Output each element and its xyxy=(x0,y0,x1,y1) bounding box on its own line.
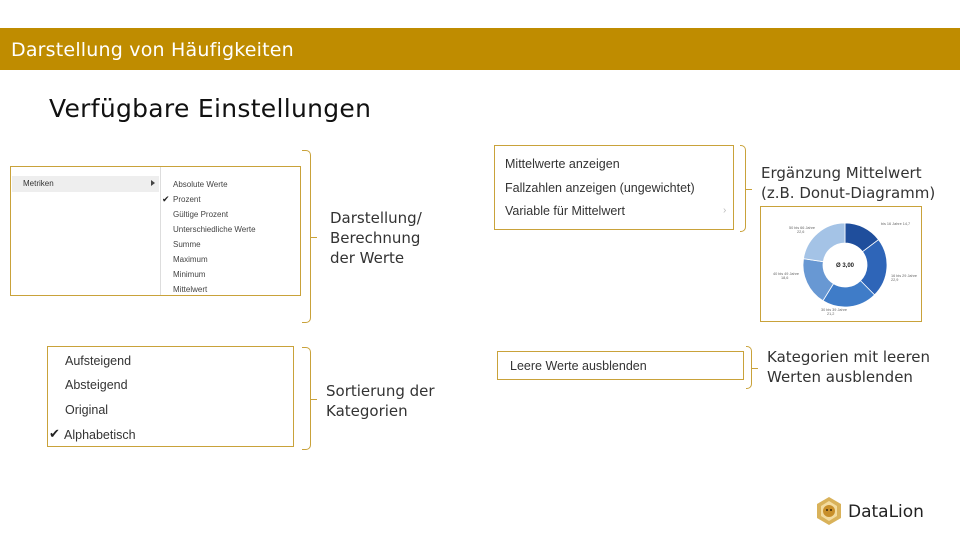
sort-option-alphabetisch[interactable]: Alphabetisch xyxy=(64,428,136,442)
sort-bracket xyxy=(302,347,317,450)
empty-caption: Kategorien mit leeren Werten ausblenden xyxy=(767,347,930,387)
donut-label: 21,2 xyxy=(827,312,834,316)
caption-line: Werten ausblenden xyxy=(767,368,913,386)
submenu-item-mittelwert[interactable]: Mittelwert xyxy=(173,285,207,294)
metrics-bracket xyxy=(302,150,317,323)
donut-chart: Ø 3,00 bis 16 Jahre 14,7 16 bis 29 Jahre… xyxy=(773,222,917,316)
caption-line: Sortierung der xyxy=(326,382,435,400)
menu-item-fallzahlen-anzeigen[interactable]: Fallzahlen anzeigen (ungewichtet) xyxy=(505,181,695,195)
donut-center-label: Ø 3,00 xyxy=(836,263,855,269)
submenu-item-summe[interactable]: Summe xyxy=(173,240,201,249)
sort-option-absteigend[interactable]: Absteigend xyxy=(65,378,128,392)
caption-line: der Werte xyxy=(330,249,405,267)
page-title: Verfügbare Einstellungen xyxy=(49,94,372,123)
chevron-right-icon: › xyxy=(723,205,727,216)
donut-label: bis 16 Jahre 14,7 xyxy=(881,222,910,226)
caption-line: Kategorien xyxy=(326,402,408,420)
submenu-item-gueltige-prozent[interactable]: Gültige Prozent xyxy=(173,210,228,219)
submenu-item-maximum[interactable]: Maximum xyxy=(173,255,208,264)
sort-option-original[interactable]: Original xyxy=(65,403,108,417)
donut-label: 22,6 xyxy=(797,230,804,234)
check-icon: ✔ xyxy=(162,194,170,204)
mean-caption: Ergänzung Mittelwert (z.B. Donut-Diagram… xyxy=(761,163,935,203)
submenu-item-absolute-werte[interactable]: Absolute Werte xyxy=(173,180,228,189)
menu-item-variable-fuer-mittelwert[interactable]: Variable für Mittelwert xyxy=(505,204,625,218)
submenu-item-minimum[interactable]: Minimum xyxy=(173,270,205,279)
menu-item-metriken-label: Metriken xyxy=(23,179,54,188)
empty-bracket xyxy=(746,346,758,389)
menu-item-leere-werte-ausblenden[interactable]: Leere Werte ausblenden xyxy=(510,359,647,373)
menu-item-mittelwerte-anzeigen[interactable]: Mittelwerte anzeigen xyxy=(505,157,620,171)
check-icon: ✔ xyxy=(49,426,60,441)
caption-line: Ergänzung Mittelwert xyxy=(761,164,922,182)
sort-option-aufsteigend[interactable]: Aufsteigend xyxy=(65,354,131,368)
donut-label: 18,6 xyxy=(781,276,788,280)
submenu-item-prozent[interactable]: Prozent xyxy=(173,195,201,204)
caption-line: Berechnung xyxy=(330,229,421,247)
metrics-caption: Darstellung/ Berechnung der Werte xyxy=(330,208,422,268)
donut-label: 22,9 xyxy=(891,278,898,282)
datalion-logo-icon xyxy=(817,497,841,525)
slide-header-title: Darstellung von Häufigkeiten xyxy=(11,39,294,61)
caption-line: Darstellung/ xyxy=(330,209,422,227)
caption-line: (z.B. Donut-Diagramm) xyxy=(761,184,936,202)
mean-bracket xyxy=(740,145,752,232)
brand-name: DataLion xyxy=(848,502,924,522)
caption-line: Kategorien mit leeren xyxy=(767,348,931,366)
submenu-arrow-icon xyxy=(151,180,155,186)
submenu-item-unterschiedliche-werte[interactable]: Unterschiedliche Werte xyxy=(173,225,256,234)
sort-caption: Sortierung der Kategorien xyxy=(326,381,435,421)
